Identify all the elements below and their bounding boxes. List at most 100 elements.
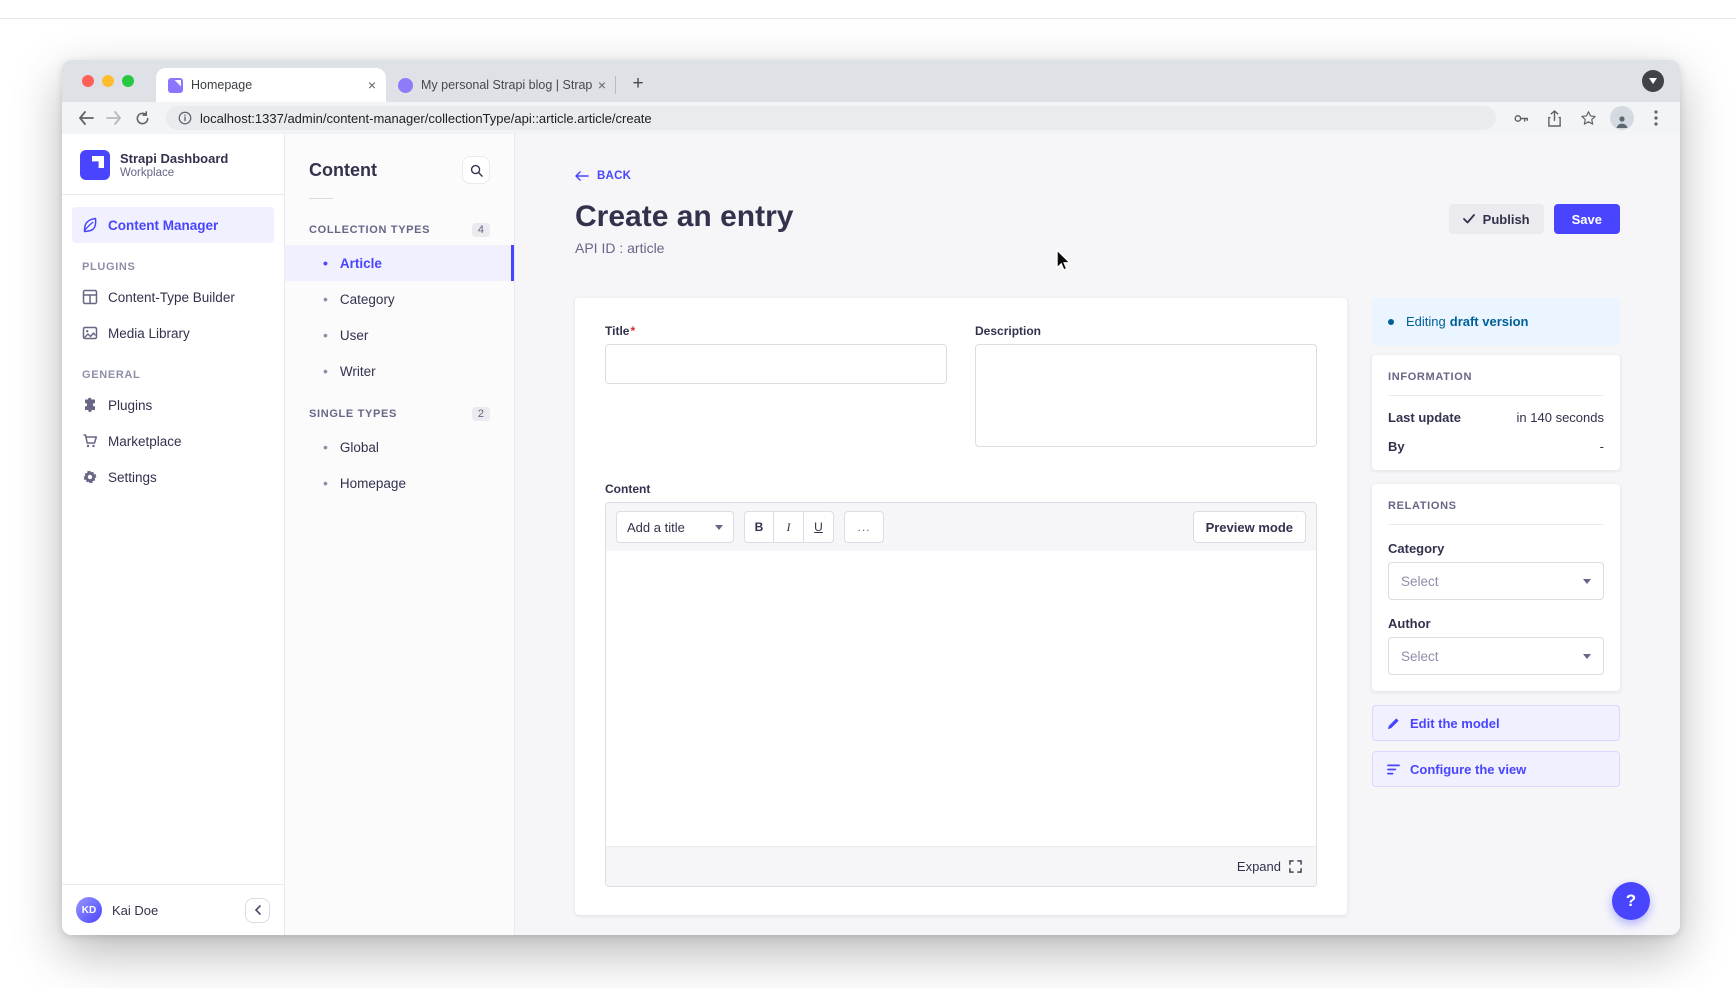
workspace-name: Strapi Dashboard: [120, 151, 228, 167]
collapse-sidebar-button[interactable]: [245, 898, 270, 923]
sidebar-item-label: Media Library: [108, 326, 190, 341]
section-label-general: GENERAL: [82, 369, 264, 381]
author-select-value: Select: [1401, 649, 1439, 664]
description-field: Description: [975, 324, 1317, 452]
editor-toolbar: Add a title B I U ... Pre: [606, 503, 1316, 551]
reload-button[interactable]: [130, 106, 154, 130]
close-icon[interactable]: ×: [598, 77, 606, 93]
publish-button[interactable]: Publish: [1449, 204, 1544, 234]
edit-model-button[interactable]: Edit the model: [1372, 705, 1620, 741]
underline-button[interactable]: U: [804, 511, 834, 543]
heading-select[interactable]: Add a title: [616, 511, 734, 543]
content-field: Content Add a title B I: [605, 482, 1317, 887]
workspace-brand[interactable]: Strapi Dashboard Workplace: [62, 134, 284, 195]
close-icon[interactable]: ×: [368, 77, 376, 93]
sidebar-item-marketplace[interactable]: Marketplace: [72, 423, 274, 459]
share-icon: [1547, 110, 1562, 127]
category-select[interactable]: Select: [1388, 562, 1604, 600]
configure-view-button[interactable]: Configure the view: [1372, 751, 1620, 787]
information-card: INFORMATION Last update in 140 seconds B…: [1372, 355, 1620, 470]
entry-side-panel: Editingdraft version INFORMATION Last up…: [1372, 298, 1620, 787]
sidebar-item-media-library[interactable]: Media Library: [72, 315, 274, 351]
browser-menu-button[interactable]: [1644, 106, 1668, 130]
main-content: BACK Create an entry API ID : article Pu…: [515, 134, 1680, 935]
sidebar-item-content-manager[interactable]: Content Manager: [72, 207, 274, 243]
new-tab-button[interactable]: +: [624, 70, 652, 98]
browser-profile-avatar[interactable]: [1610, 106, 1634, 130]
title-field: Title *: [605, 324, 947, 452]
sidebar-item-content-type-builder[interactable]: Content-Type Builder: [72, 279, 274, 315]
minimize-window-button[interactable]: [102, 75, 114, 87]
back-link[interactable]: BACK: [575, 170, 631, 182]
url-text: localhost:1337/admin/content-manager/col…: [200, 111, 652, 126]
check-icon: [1463, 214, 1475, 224]
sidebar-item-label: Settings: [108, 470, 157, 485]
close-window-button[interactable]: [82, 75, 94, 87]
password-key-button[interactable]: [1508, 106, 1532, 130]
share-button[interactable]: [1542, 106, 1566, 130]
subnav-item-label: Article: [340, 256, 382, 271]
tab-title: Homepage: [191, 78, 362, 92]
search-button[interactable]: [462, 156, 490, 184]
user-avatar[interactable]: KD: [76, 897, 102, 923]
by-value: -: [1600, 439, 1604, 454]
feather-pen-icon: [82, 217, 98, 233]
tab-homepage[interactable]: Homepage ×: [156, 68, 386, 102]
subnav-item-label: Category: [340, 292, 395, 307]
subnav-item-homepage[interactable]: Homepage: [285, 465, 514, 501]
draft-banner-emphasis: draft version: [1450, 314, 1529, 329]
kebab-menu-icon: [1654, 110, 1658, 126]
sidebar-footer: KD Kai Doe: [62, 884, 284, 935]
menubar-edge: [0, 18, 1736, 19]
forward-button[interactable]: [102, 106, 126, 130]
title-field-label: Title: [605, 324, 629, 338]
help-button[interactable]: ?: [1612, 882, 1650, 920]
configure-view-label: Configure the view: [1410, 762, 1526, 777]
bold-button[interactable]: B: [744, 511, 774, 543]
subnav-item-global[interactable]: Global: [285, 429, 514, 465]
title-input[interactable]: [605, 344, 947, 384]
arrow-left-icon: [78, 110, 94, 126]
image-icon: [82, 325, 98, 341]
sidebar-item-settings[interactable]: Settings: [72, 459, 274, 495]
richtext-editor: Add a title B I U ... Pre: [605, 502, 1317, 887]
cart-icon: [82, 433, 98, 449]
publish-label: Publish: [1483, 212, 1530, 227]
tab-strip: Homepage × My personal Strapi blog | Str…: [62, 60, 1680, 102]
draft-version-banner: Editingdraft version: [1372, 298, 1620, 345]
preview-mode-button[interactable]: Preview mode: [1193, 511, 1306, 543]
tab-search-button[interactable]: [1642, 70, 1664, 92]
subnav-item-writer[interactable]: Writer: [285, 353, 514, 389]
layout-icon: [82, 289, 98, 305]
category-relation-label: Category: [1388, 541, 1604, 556]
maximize-window-button[interactable]: [122, 75, 134, 87]
expand-icon[interactable]: [1289, 860, 1302, 873]
tab-strapi-blog[interactable]: My personal Strapi blog | Strap ×: [386, 68, 616, 102]
bookmark-button[interactable]: [1576, 106, 1600, 130]
chevron-down-icon: [1583, 654, 1591, 659]
strapi-logo-icon: [80, 150, 110, 180]
pencil-icon: [1387, 717, 1400, 730]
subnav-item-article[interactable]: Article: [285, 245, 514, 281]
back-button[interactable]: [74, 106, 98, 130]
search-icon: [470, 164, 483, 177]
filter-lines-icon: [1387, 764, 1400, 775]
window-controls[interactable]: [82, 75, 134, 87]
address-bar[interactable]: localhost:1337/admin/content-manager/col…: [166, 106, 1496, 130]
info-icon: [178, 111, 192, 125]
sidebar-item-label: Plugins: [108, 398, 152, 413]
editor-text-area[interactable]: [606, 551, 1316, 846]
subnav-item-category[interactable]: Category: [285, 281, 514, 317]
subnav-item-label: User: [340, 328, 369, 343]
more-formats-button[interactable]: ...: [844, 511, 884, 543]
save-button[interactable]: Save: [1554, 204, 1620, 234]
chevron-down-icon: [1583, 579, 1591, 584]
arrow-right-icon: [106, 110, 122, 126]
edit-model-label: Edit the model: [1410, 716, 1500, 731]
sidebar-item-plugins[interactable]: Plugins: [72, 387, 274, 423]
author-select[interactable]: Select: [1388, 637, 1604, 675]
description-textarea[interactable]: [975, 344, 1317, 447]
content-subnav: Content COLLECTION TYPES 4 Article Categ…: [285, 134, 515, 935]
italic-button[interactable]: I: [774, 511, 804, 543]
subnav-item-user[interactable]: User: [285, 317, 514, 353]
